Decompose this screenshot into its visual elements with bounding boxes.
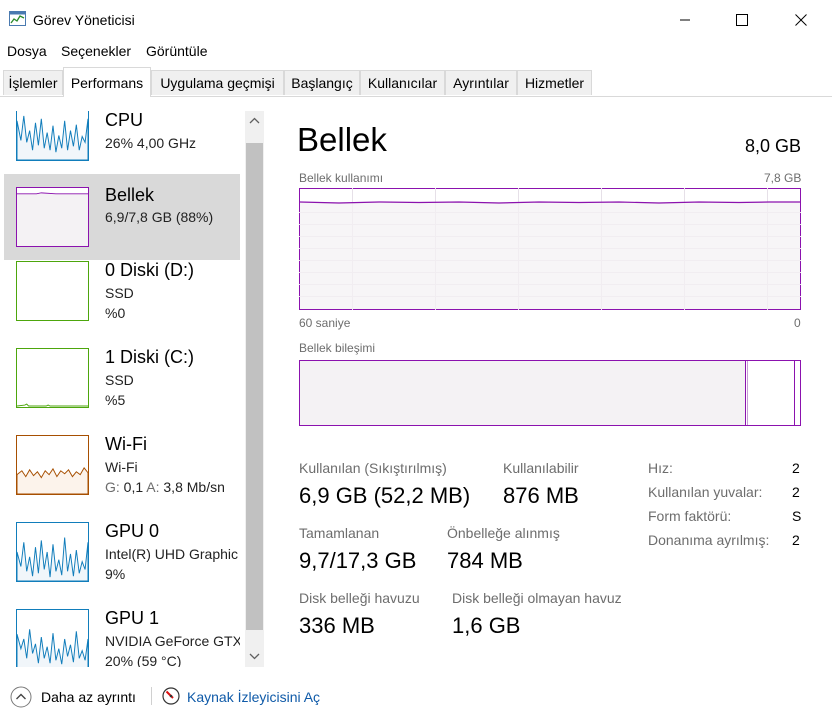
receive-value: 3,8 Mb/sn (163, 479, 225, 495)
cached-label: Önbelleğe alınmış (447, 525, 560, 541)
disk0-thumbnail-graph (16, 261, 89, 321)
send-value: 0,1 (123, 479, 144, 495)
scroll-down-icon[interactable] (248, 651, 261, 661)
footer-divider (151, 687, 152, 705)
tab-startup[interactable]: Başlangıç (284, 70, 360, 95)
nonpaged-pool-value: 1,6 GB (452, 613, 521, 638)
speed-label: Hız: (648, 460, 673, 476)
sidebar-item-detail: 26% 4,00 GHz (105, 135, 197, 151)
usage-graph-max: 7,8 GB (764, 171, 802, 185)
tab-app-history[interactable]: Uygulama geçmişi (151, 70, 284, 95)
time-axis-start: 60 saniye (299, 316, 351, 330)
minimize-icon (680, 19, 690, 21)
sidebar-item-disk-1[interactable]: 1 Diski (C:) SSD %5 (4, 347, 240, 434)
nonpaged-pool-label: Disk belleği olmayan havuz (452, 590, 622, 606)
scroll-up-icon[interactable] (248, 116, 261, 126)
send-label: G: (105, 479, 120, 495)
form-factor-label: Form faktörü: (648, 508, 732, 524)
composition-in-use (300, 361, 745, 425)
sidebar-item-adapter: Wi-Fi (105, 459, 138, 475)
form-factor-value: S (792, 508, 802, 524)
menu-file[interactable]: Dosya (7, 43, 47, 59)
sidebar-item-name: Wi-Fi (105, 434, 147, 454)
resource-monitor-icon (162, 687, 180, 705)
tab-users[interactable]: Kullanıcılar (360, 70, 445, 95)
sidebar-item-wifi[interactable]: Wi-Fi Wi-Fi G: 0,1 A: 3,8 Mb/sn (4, 434, 240, 521)
sidebar-item-cpu[interactable]: CPU 26% 4,00 GHz (4, 110, 240, 171)
used-value: 6,9 GB (52,2 MB) (299, 483, 471, 508)
sidebar-item-memory[interactable]: Bellek 6,9/7,8 GB (88%) (4, 174, 240, 260)
sidebar-item-gpu-1[interactable]: GPU 1 NVIDIA GeForce GTX 20% (59 °C) (4, 609, 240, 667)
scrollbar-thumb[interactable] (246, 143, 263, 630)
close-icon (795, 14, 807, 26)
receive-label: A: (146, 479, 160, 495)
memory-usage-graph (299, 188, 801, 310)
sidebar-item-usage: 9% (105, 566, 126, 582)
open-resource-monitor-link[interactable]: Kaynak İzleyicisini Aç (187, 689, 320, 705)
sidebar-item-usage: 20% (59 °C) (105, 653, 182, 667)
used-label: Kullanılan (Sıkıştırılmış) (299, 460, 447, 476)
sidebar-item-type: SSD (105, 372, 134, 388)
sidebar-item-name: GPU 0 (105, 521, 160, 541)
sidebar-item-usage: %0 (105, 305, 126, 321)
sidebar-item-type: SSD (105, 285, 134, 301)
maximize-icon (736, 14, 748, 26)
task-manager-icon (9, 11, 26, 26)
sidebar-item-usage: %5 (105, 392, 126, 408)
gpu1-thumbnail-graph (16, 609, 89, 667)
wifi-thumbnail-graph (16, 435, 89, 495)
cached-value: 784 MB (447, 548, 523, 573)
tab-performance[interactable]: Performans (63, 67, 151, 97)
composition-label: Bellek bileşimi (299, 341, 376, 355)
minimize-button[interactable] (662, 0, 708, 40)
total-memory: 8,0 GB (745, 136, 802, 156)
sidebar-item-model: NVIDIA GeForce GTX (105, 633, 240, 649)
usage-graph-label: Bellek kullanımı (299, 171, 384, 185)
tab-details[interactable]: Ayrıntılar (445, 70, 517, 95)
sidebar-item-model: Intel(R) UHD Graphic (105, 546, 239, 562)
fewer-details-link[interactable]: Daha az ayrıntı (41, 689, 136, 705)
slots-label: Kullanılan yuvalar: (648, 484, 763, 500)
page-title: Bellek (297, 121, 387, 158)
close-button[interactable] (778, 0, 824, 40)
time-axis-end: 0 (794, 316, 801, 330)
paged-pool-value: 336 MB (299, 613, 375, 638)
available-value: 876 MB (503, 483, 579, 508)
sidebar-item-name: Bellek (105, 185, 155, 205)
maximize-button[interactable] (719, 0, 765, 40)
gpu0-thumbnail-graph (16, 522, 89, 582)
memory-thumbnail-graph (16, 187, 89, 247)
hardware-reserved-value: 2 (792, 532, 800, 548)
tab-processes[interactable]: İşlemler (3, 70, 63, 95)
window-title: Görev Yöneticisi (33, 12, 135, 28)
sidebar-item-gpu-0[interactable]: GPU 0 Intel(R) UHD Graphic 9% (4, 521, 240, 608)
slots-value: 2 (792, 484, 800, 500)
memory-composition-bar (299, 360, 801, 426)
available-label: Kullanılabilir (503, 460, 579, 476)
hardware-reserved-label: Donanıma ayrılmış: (648, 532, 770, 548)
menu-options[interactable]: Seçenekler (61, 43, 131, 59)
disk1-thumbnail-graph (16, 348, 89, 408)
cpu-thumbnail-graph (16, 111, 89, 161)
chevron-up-circle-icon[interactable] (10, 686, 32, 708)
tab-services[interactable]: Hizmetler (517, 70, 592, 95)
sidebar-item-name: 1 Diski (C:) (105, 347, 194, 367)
committed-value: 9,7/17,3 GB (299, 548, 417, 573)
sidebar-item-name: GPU 1 (105, 609, 160, 628)
committed-label: Tamamlanan (299, 525, 380, 541)
sidebar-item-disk-0[interactable]: 0 Diski (D:) SSD %0 (4, 260, 240, 347)
sidebar-item-throughput: G: 0,1 A: 3,8 Mb/sn (105, 479, 225, 495)
menu-view[interactable]: Görüntüle (146, 43, 207, 59)
sidebar-item-name: 0 Diski (D:) (105, 260, 194, 280)
sidebar-item-name: CPU (105, 110, 144, 130)
speed-value: 2 (792, 460, 800, 476)
paged-pool-label: Disk belleği havuzu (299, 590, 420, 606)
sidebar-item-detail: 6,9/7,8 GB (88%) (105, 209, 214, 225)
